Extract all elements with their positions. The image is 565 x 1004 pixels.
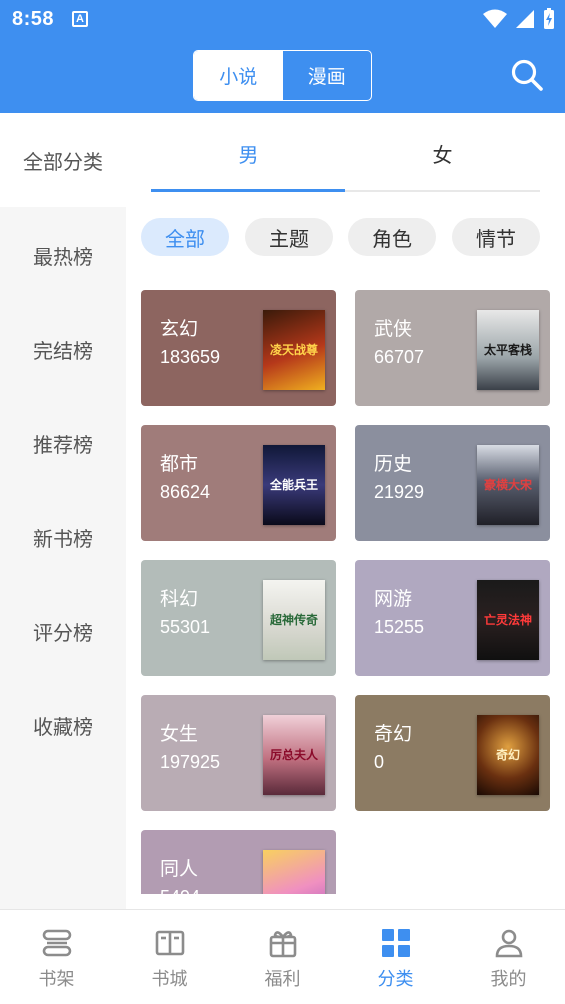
- category-count: 15255: [374, 617, 425, 637]
- cover-title: 厉总夫人: [269, 748, 318, 762]
- category-card-kehuan[interactable]: 科幻 55301 超神传奇: [141, 560, 336, 676]
- nav-label: 书城: [151, 969, 188, 990]
- book-cover-image: 奇幻: [477, 715, 539, 795]
- cover-title: 全能兵王: [269, 478, 318, 492]
- category-count: 0: [374, 752, 385, 772]
- category-name: 同人: [160, 858, 199, 880]
- book-cover-image: 厉总夫人: [263, 715, 325, 795]
- nav-label: 分类: [377, 969, 414, 990]
- user-icon: [495, 929, 522, 958]
- category-card-dushi[interactable]: 都市 86624 全能兵王: [141, 425, 336, 541]
- category-name: 奇幻: [374, 723, 413, 745]
- nav-label: 我的: [490, 969, 527, 990]
- book-cover-image: 亡灵法神: [477, 580, 539, 660]
- nav-label: 书架: [38, 969, 75, 990]
- book-cover-image: 超神传奇: [263, 580, 325, 660]
- nav-bookstore[interactable]: 书城: [113, 910, 226, 1004]
- book-cover-image: 凌天战尊: [263, 310, 325, 390]
- category-card-lishi[interactable]: 历史 21929 豪横大宋: [355, 425, 550, 541]
- book-cover-image: 豪横大宋: [477, 445, 539, 525]
- category-name: 科幻: [160, 588, 199, 610]
- app-root: 8:58 A 小说 漫画 全部分类 最热榜 完结榜 推荐榜 新书榜 评分榜 收藏…: [0, 0, 565, 1004]
- category-card-xuanhuan[interactable]: 玄幻 183659 凌天战尊: [141, 290, 336, 406]
- cover-title: 亡灵法神: [483, 613, 532, 627]
- category-name: 武侠: [374, 318, 413, 340]
- nav-category[interactable]: 分类: [339, 910, 452, 1004]
- category-count: 183659: [160, 347, 221, 367]
- category-count: 5494: [160, 887, 200, 894]
- book-open-icon: [155, 930, 184, 956]
- category-count: 86624: [160, 482, 211, 502]
- category-card-wangyou[interactable]: 网游 15255 亡灵法神: [355, 560, 550, 676]
- bottom-nav: 书架 书城 福利 分类 我的: [0, 909, 565, 1004]
- book-cover-image: [263, 850, 325, 894]
- book-cover-image: 太平客栈: [477, 310, 539, 390]
- category-name: 女生: [160, 723, 199, 745]
- category-count: 197925: [160, 752, 221, 772]
- category-name: 网游: [374, 588, 413, 610]
- book-cover-image: 全能兵王: [263, 445, 325, 525]
- category-count: 66707: [374, 347, 425, 367]
- category-count: 55301: [160, 617, 211, 637]
- gift-icon: [269, 931, 296, 958]
- category-card-tongren[interactable]: 同人 5494: [141, 830, 336, 894]
- category-name: 历史: [374, 453, 413, 475]
- cover-title: 超神传奇: [269, 613, 318, 627]
- cover-title: 豪横大宋: [483, 478, 532, 492]
- cover-title: 太平客栈: [483, 343, 532, 357]
- category-name: 都市: [160, 453, 199, 475]
- grid-icon: [381, 929, 410, 957]
- nav-mine[interactable]: 我的: [452, 910, 565, 1004]
- category-card-wuxia[interactable]: 武侠 66707 太平客栈: [355, 290, 550, 406]
- category-count: 21929: [374, 482, 425, 502]
- cover-title: 凌天战尊: [269, 343, 318, 357]
- category-name: 玄幻: [160, 318, 199, 340]
- bookshelf-icon: [42, 929, 71, 957]
- category-card-qihuan[interactable]: 奇幻 0 奇幻: [355, 695, 550, 811]
- nav-label: 福利: [264, 969, 301, 990]
- nav-bookshelf[interactable]: 书架: [0, 910, 113, 1004]
- category-card-nvsheng[interactable]: 女生 197925 厉总夫人: [141, 695, 336, 811]
- category-grid: 玄幻 183659 凌天战尊 武侠 66707 太平客栈 都市 86624 全能…: [0, 0, 565, 894]
- nav-welfare[interactable]: 福利: [226, 910, 339, 1004]
- cover-title: 奇幻: [495, 748, 520, 762]
